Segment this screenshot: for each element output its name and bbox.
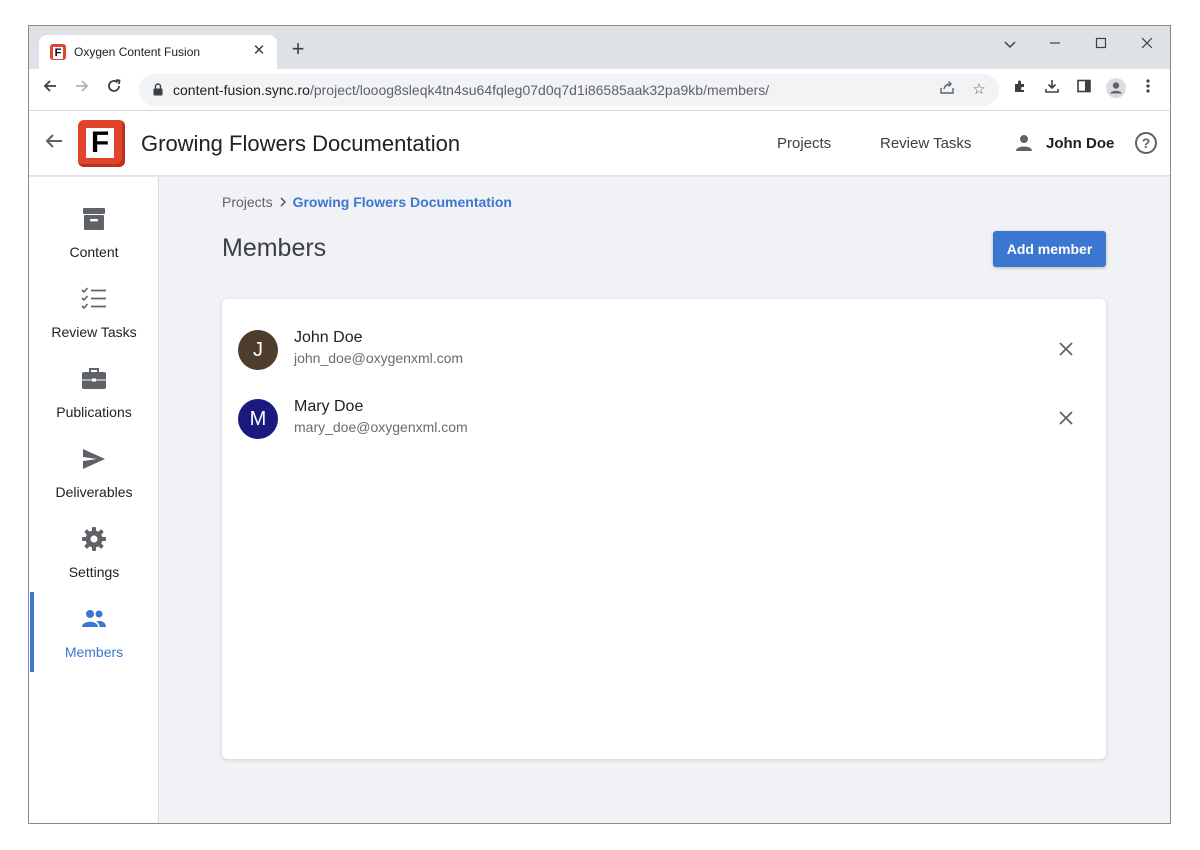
browser-toolbar: content-fusion.sync.ro/project/looog8sle… [29,69,1170,111]
new-tab-icon[interactable]: + [287,38,309,61]
sidebar-item-label: Review Tasks [51,324,137,340]
remove-member-icon[interactable] [1054,407,1078,431]
nav-projects-link[interactable]: Projects [777,135,831,152]
side-panel-icon[interactable] [1071,77,1097,103]
member-email: john_doe@oxygenxml.com [294,350,464,366]
breadcrumb: Projects Growing Flowers Documentation [222,194,512,210]
browser-tab[interactable]: F Oxygen Content Fusion ✕ [39,35,277,69]
app-logo[interactable]: F [78,120,125,167]
user-name: John Doe [1046,135,1115,152]
close-window-icon[interactable] [1132,32,1162,58]
members-heading: Members [222,234,327,262]
lock-icon [153,83,163,96]
tab-strip: F Oxygen Content Fusion ✕ + [29,26,1170,69]
tab-search-icon[interactable] [995,32,1025,58]
browser-window: F Oxygen Content Fusion ✕ + content-fusi… [28,25,1171,824]
page-title: Growing Flowers Documentation [141,131,461,156]
sidebar-item-label: Content [69,244,119,260]
sidebar-item-label: Members [64,644,124,660]
add-member-button[interactable]: Add member [993,231,1106,267]
maximize-icon[interactable] [1086,32,1116,58]
list-item: M Mary Doe mary_doe@oxygenxml.com [222,388,1106,448]
avatar: M [238,399,278,439]
member-name: John Doe [294,329,363,346]
gear-icon [82,527,106,551]
archive-icon [83,208,105,230]
help-icon[interactable]: ? [1135,132,1157,154]
download-icon[interactable] [1039,77,1065,103]
member-email: mary_doe@oxygenxml.com [294,419,468,435]
minimize-icon[interactable] [1040,32,1070,58]
list-item: J John Doe john_doe@oxygenxml.com [222,319,1106,379]
send-icon [83,449,105,469]
browser-menu-icon[interactable] [1135,77,1161,103]
sidebar-item-deliverables[interactable]: Deliverables [29,444,159,524]
app-header: F Growing Flowers Documentation Projects… [29,111,1170,176]
main-content: Projects Growing Flowers Documentation Me… [160,177,1170,823]
members-list: J John Doe john_doe@oxygenxml.com M Mary… [222,299,1106,759]
tab-title: Oxygen Content Fusion [74,45,201,59]
person-icon [1016,135,1032,151]
extensions-icon[interactable] [1007,77,1033,103]
sidebar-item-content[interactable]: Content [29,204,159,284]
chevron-right-icon [279,194,287,210]
briefcase-icon [82,368,106,389]
sidebar-item-review-tasks[interactable]: Review Tasks [29,284,159,364]
nav-review-tasks-link[interactable]: Review Tasks [880,135,971,152]
url-text: content-fusion.sync.ro/project/looog8sle… [173,82,770,98]
address-bar[interactable]: content-fusion.sync.ro/project/looog8sle… [139,74,999,106]
breadcrumb-current[interactable]: Growing Flowers Documentation [293,194,512,210]
sidebar-item-label: Settings [68,564,120,580]
reload-icon[interactable] [101,77,127,103]
sidebar-item-label: Deliverables [55,484,133,500]
avatar: J [238,330,278,370]
remove-member-icon[interactable] [1054,338,1078,362]
bookmark-star-icon[interactable]: ☆ [968,79,990,101]
breadcrumb-projects-link[interactable]: Projects [222,194,273,210]
back-arrow-icon[interactable] [41,131,67,157]
sidebar: Content Review Tasks Publications Delive… [29,177,159,823]
sidebar-item-settings[interactable]: Settings [29,524,159,604]
checklist-icon [81,287,106,310]
people-icon [82,610,106,627]
back-icon[interactable] [37,77,63,103]
profile-icon[interactable] [1103,77,1129,103]
share-icon[interactable] [936,79,958,101]
forward-icon[interactable] [69,77,95,103]
member-name: Mary Doe [294,398,364,415]
sidebar-item-publications[interactable]: Publications [29,364,159,444]
favicon-icon: F [50,44,66,60]
close-tab-icon[interactable]: ✕ [250,42,268,60]
sidebar-item-members[interactable]: Members [29,592,159,684]
sidebar-item-label: Publications [56,404,132,420]
